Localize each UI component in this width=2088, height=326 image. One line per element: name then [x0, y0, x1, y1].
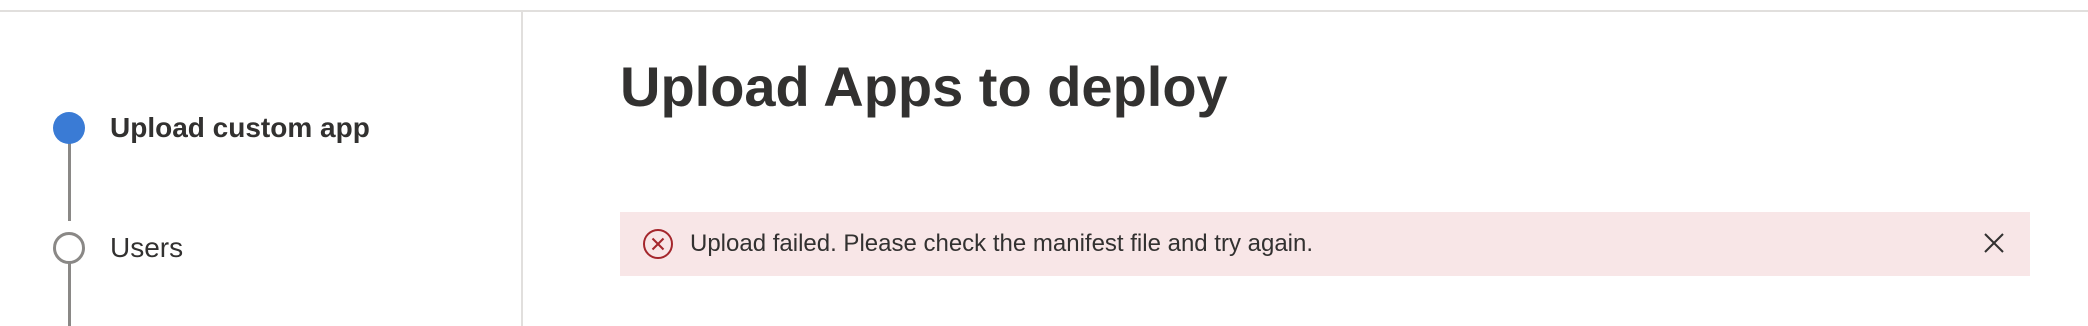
main-content: Upload Apps to deploy Upload failed. Ple…	[523, 12, 2088, 326]
step-indicator-active[interactable]	[53, 112, 85, 144]
wizard-steps-panel: Upload custom app Users	[0, 12, 523, 326]
error-message-bar: Upload failed. Please check the manifest…	[620, 212, 2030, 276]
error-message-text: Upload failed. Please check the manifest…	[690, 230, 1314, 257]
close-icon	[1982, 231, 2006, 258]
app-page: Upload custom app Users Upload Apps to d…	[0, 0, 2088, 326]
step-label-upload-custom-app[interactable]: Upload custom app	[110, 111, 370, 145]
page-title: Upload Apps to deploy	[620, 55, 1228, 118]
step-connector-line	[68, 260, 71, 326]
step-connector-line	[68, 140, 71, 221]
step-label-users[interactable]: Users	[110, 231, 183, 265]
dismiss-error-button[interactable]	[1974, 224, 2014, 264]
error-circle-icon	[642, 228, 674, 260]
step-indicator-inactive[interactable]	[53, 232, 85, 264]
